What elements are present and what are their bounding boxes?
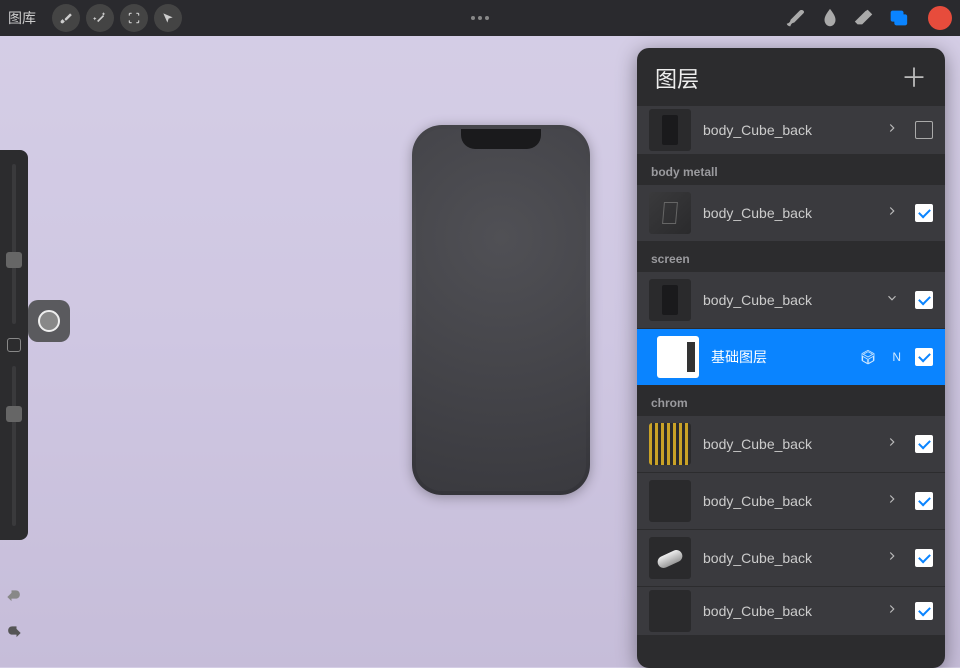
wrench-icon[interactable] [52,4,80,32]
phone-notch [461,129,541,149]
brush-icon[interactable] [782,4,810,32]
wand-icon[interactable] [86,4,114,32]
layer-row[interactable]: body_Cube_back [637,272,945,328]
layer-thumbnail [649,279,691,321]
layer-name: body_Cube_back [703,603,873,619]
chevron-right-icon[interactable] [885,492,903,510]
eyedropper-knob[interactable] [28,300,70,342]
eraser-icon[interactable] [850,4,878,32]
layer-thumbnail [649,109,691,151]
visibility-checkbox[interactable] [915,348,933,366]
layer-row[interactable]: body_Cube_back [637,106,945,154]
layer-name: body_Cube_back [703,205,873,221]
chevron-right-icon[interactable] [885,121,903,139]
visibility-checkbox[interactable] [915,549,933,567]
layer-row[interactable]: body_Cube_back [637,530,945,586]
opacity-slider[interactable] [12,366,16,526]
sidebar-square-button[interactable] [7,338,21,352]
group-header[interactable]: chrom [637,386,945,416]
add-layer-icon[interactable]: ＋ [901,65,927,91]
layers-icon[interactable] [884,4,912,32]
slider-thumb[interactable] [6,252,22,268]
layer-row[interactable]: body_Cube_back [637,473,945,529]
layer-thumbnail [649,590,691,632]
chevron-right-icon[interactable] [885,435,903,453]
panel-header: 图层 ＋ [637,48,945,106]
more-icon[interactable] [471,16,489,20]
layer-name: body_Cube_back [703,550,873,566]
top-toolbar: 图库 [0,0,960,36]
smudge-icon[interactable] [816,4,844,32]
visibility-checkbox[interactable] [915,291,933,309]
visibility-checkbox[interactable] [915,121,933,139]
brush-size-slider[interactable] [12,164,16,324]
canvas-content[interactable] [412,125,590,495]
undo-icon[interactable] [4,587,28,611]
layer-thumbnail [657,336,699,378]
panel-title: 图层 [655,62,699,94]
visibility-checkbox[interactable] [915,602,933,620]
redo-icon[interactable] [4,623,28,647]
chevron-right-icon[interactable] [885,204,903,222]
group-header[interactable]: body metall [637,155,945,185]
chevron-right-icon[interactable] [885,549,903,567]
layer-thumbnail [649,537,691,579]
layer-row[interactable]: body_Cube_back [637,416,945,472]
blend-mode-badge[interactable]: N [892,350,901,364]
layer-name: body_Cube_back [703,436,873,452]
layer-thumbnail [649,423,691,465]
visibility-checkbox[interactable] [915,492,933,510]
layer-thumbnail [649,192,691,234]
layers-list: body_Cube_backbody metallbody_Cube_backs… [637,106,945,668]
chevron-right-icon[interactable] [885,602,903,620]
selection-icon[interactable] [120,4,148,32]
layer-thumbnail [649,480,691,522]
visibility-checkbox[interactable] [915,204,933,222]
layer-name: body_Cube_back [703,122,873,138]
layer-row[interactable]: body_Cube_back [637,185,945,241]
layers-panel: 图层 ＋ body_Cube_backbody metallbody_Cube_… [637,48,945,668]
color-chip[interactable] [928,6,952,30]
cube-icon [860,349,876,365]
layer-row[interactable]: body_Cube_back [637,587,945,635]
slider-thumb[interactable] [6,406,22,422]
undo-redo-group [4,587,28,647]
visibility-checkbox[interactable] [915,435,933,453]
gallery-button[interactable]: 图库 [8,8,36,28]
layer-name: 基础图层 [711,347,848,367]
chevron-down-icon[interactable] [885,291,903,309]
toolbar-left: 图库 [8,4,182,32]
left-sidebar [0,150,28,540]
group-header[interactable]: screen [637,242,945,272]
layer-name: body_Cube_back [703,493,873,509]
layer-row[interactable]: 基础图层 N [637,329,945,385]
toolbar-right [782,4,952,32]
layer-name: body_Cube_back [703,292,873,308]
cursor-icon[interactable] [154,4,182,32]
